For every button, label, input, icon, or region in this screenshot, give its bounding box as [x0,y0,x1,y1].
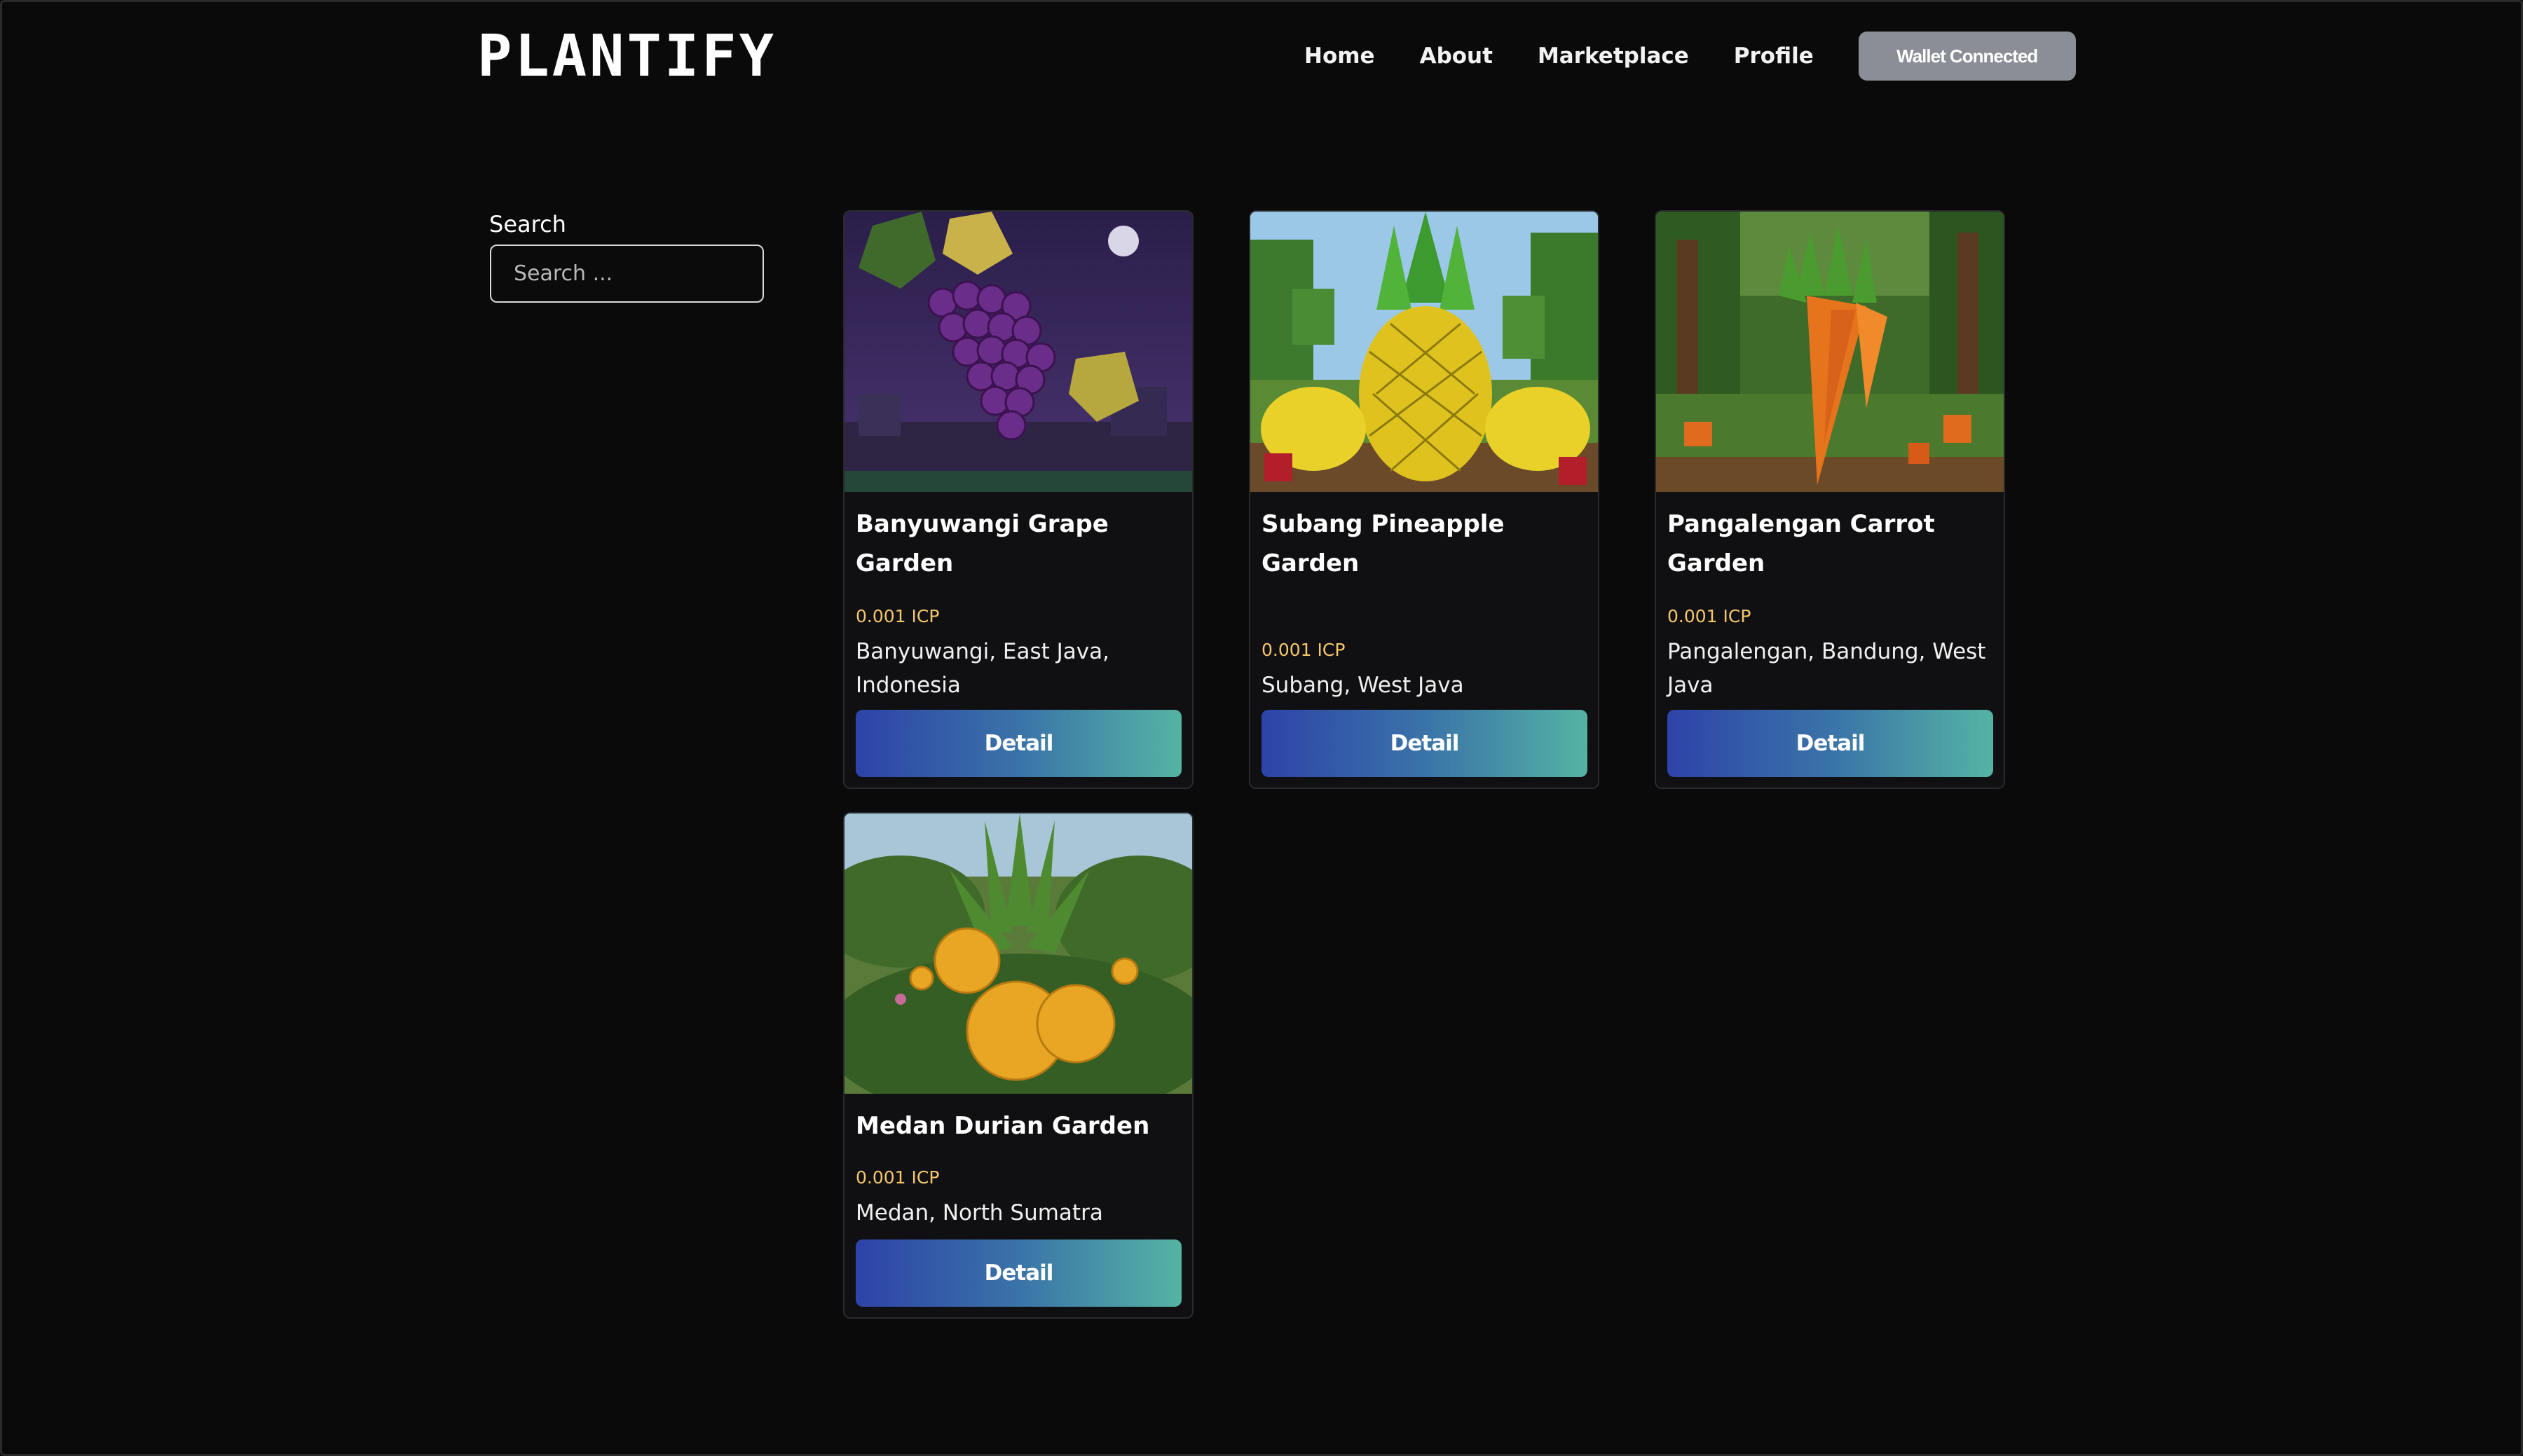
main-nav: Home About Marketplace Profile Wallet Co… [1304,32,2076,81]
search-input[interactable] [490,245,764,303]
wallet-connected-button[interactable]: Wallet Connected [1858,32,2076,81]
listing-location: Banyuwangi, East Java, Indonesia [856,639,1109,698]
durian-image [845,813,1192,1094]
listing-location: Pangalengan, Bandung, West Java [1667,639,1986,698]
listing-card: Subang Pineapple Garden 0.001 ICP Subang… [1249,210,1599,789]
listing-price: 0.001 ICP [856,1167,940,1188]
carrot-image [1656,212,2004,492]
pineapple-image [1250,212,1598,492]
nav-about[interactable]: About [1420,43,1493,69]
search-label: Search [489,211,566,238]
listing-price: 0.001 ICP [1262,640,1346,660]
listing-title: Medan Durian Garden [856,1112,1150,1140]
listing-card: Banyuwangi Grape Garden 0.001 ICP Banyuw… [843,210,1194,789]
brand-logo[interactable]: PLANTIFY [477,27,777,86]
grape-image [845,212,1192,492]
listing-price: 0.001 ICP [856,606,940,626]
detail-button[interactable]: Detail [856,710,1182,777]
nav-profile[interactable]: Profile [1734,43,1814,69]
nav-home[interactable]: Home [1304,43,1375,69]
listing-title: Subang Pineapple Garden [1262,510,1505,577]
listing-title: Banyuwangi Grape Garden [856,510,1109,577]
listing-location: Subang, West Java [1262,673,1464,698]
nav-marketplace[interactable]: Marketplace [1538,43,1689,69]
detail-button[interactable]: Detail [856,1239,1182,1307]
detail-button[interactable]: Detail [1262,710,1587,777]
listing-title: Pangalengan Carrot Garden [1667,510,1935,577]
listing-card: Medan Durian Garden 0.001 ICP Medan, Nor… [843,812,1194,1319]
listing-card: Pangalengan Carrot Garden 0.001 ICP Pang… [1655,210,2005,789]
detail-button[interactable]: Detail [1667,710,1993,777]
app-frame: PLANTIFY Home About Marketplace Profile … [0,0,2523,1456]
listing-location: Medan, North Sumatra [856,1200,1103,1225]
listing-price: 0.001 ICP [1667,606,1751,626]
